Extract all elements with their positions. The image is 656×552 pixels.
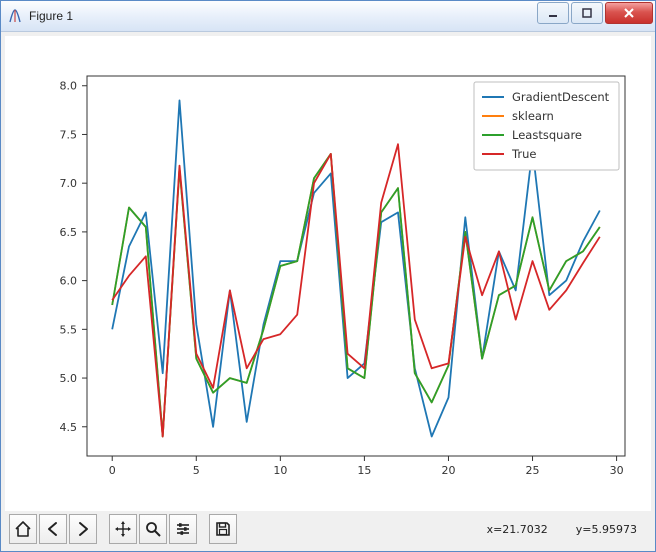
tk-app-icon: [7, 8, 23, 24]
forward-button[interactable]: [69, 514, 97, 544]
svg-text:sklearn: sklearn: [512, 109, 554, 123]
move-icon: [114, 520, 132, 538]
zoom-button[interactable]: [139, 514, 167, 544]
coordinate-readout: x=21.7032 y=5.95973: [487, 523, 637, 536]
pan-button[interactable]: [109, 514, 137, 544]
magnify-icon: [144, 520, 162, 538]
svg-text:7.5: 7.5: [60, 128, 78, 141]
svg-text:4.5: 4.5: [60, 421, 78, 434]
svg-text:True: True: [511, 147, 536, 161]
figure-window: Figure 1 0 5 10 15 20 25 30 4.5 5.0 5.5 6.0: [0, 0, 656, 552]
svg-text:6.0: 6.0: [60, 275, 78, 288]
svg-text:15: 15: [357, 464, 371, 477]
arrow-left-icon: [44, 520, 62, 538]
coord-y: y=5.95973: [576, 523, 637, 536]
svg-text:5: 5: [193, 464, 200, 477]
svg-text:10: 10: [273, 464, 287, 477]
toolbar-separator: [99, 514, 107, 544]
svg-text:0: 0: [109, 464, 116, 477]
svg-text:Leastsquare: Leastsquare: [512, 128, 582, 142]
save-button[interactable]: [209, 514, 237, 544]
save-icon: [214, 520, 232, 538]
home-icon: [14, 520, 32, 538]
toolbar-separator: [199, 514, 207, 544]
svg-text:5.0: 5.0: [60, 372, 78, 385]
window-title: Figure 1: [29, 9, 537, 23]
svg-text:7.0: 7.0: [60, 177, 78, 190]
subplots-button[interactable]: [169, 514, 197, 544]
back-button[interactable]: [39, 514, 67, 544]
home-button[interactable]: [9, 514, 37, 544]
svg-text:30: 30: [610, 464, 624, 477]
coord-x: x=21.7032: [487, 523, 548, 536]
minimize-button[interactable]: [537, 2, 569, 24]
svg-text:25: 25: [526, 464, 540, 477]
svg-text:20: 20: [441, 464, 455, 477]
maximize-button[interactable]: [571, 2, 603, 24]
sliders-icon: [174, 520, 192, 538]
plot-canvas[interactable]: 0 5 10 15 20 25 30 4.5 5.0 5.5 6.0 6.5 7.0 7.5 8.0 Gr…: [5, 36, 651, 511]
svg-text:8.0: 8.0: [60, 80, 78, 93]
titlebar[interactable]: Figure 1: [1, 1, 655, 32]
svg-text:GradientDescent: GradientDescent: [512, 90, 610, 104]
window-buttons: [537, 1, 655, 31]
matplotlib-toolbar: x=21.7032 y=5.95973: [5, 511, 651, 547]
svg-text:6.5: 6.5: [60, 226, 78, 239]
arrow-right-icon: [74, 520, 92, 538]
svg-text:5.5: 5.5: [60, 323, 78, 336]
client-area: 0 5 10 15 20 25 30 4.5 5.0 5.5 6.0 6.5 7.0 7.5 8.0 Gr…: [1, 32, 655, 551]
close-button[interactable]: [605, 2, 653, 24]
